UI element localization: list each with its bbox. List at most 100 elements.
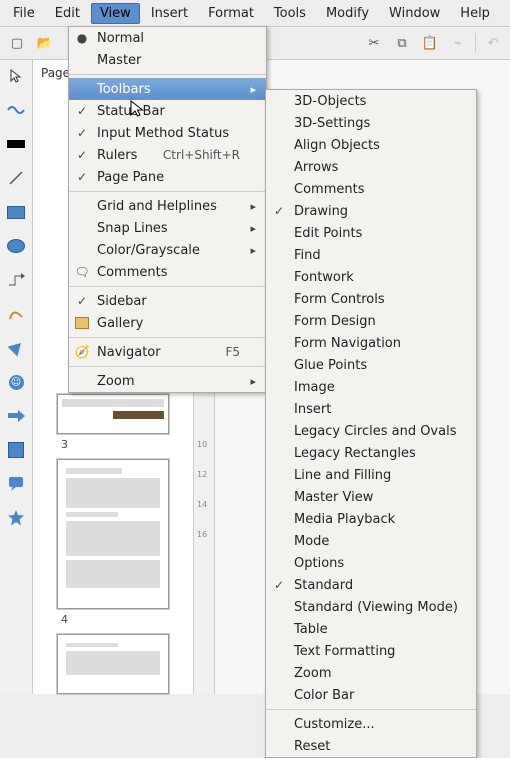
view-menu-comments[interactable]: 🗨Comments [69,261,266,283]
view-menu-page-pane[interactable]: ✓Page Pane [69,166,266,188]
toolbars-form-controls[interactable]: Form Controls [266,288,476,310]
toolbars-form-navigation[interactable]: Form Navigation [266,332,476,354]
line-tool[interactable] [6,168,26,188]
view-menu-normal[interactable]: ● Normal [69,27,266,49]
check-icon: ✓ [73,294,91,308]
toolbars-color-bar[interactable]: Color Bar [266,684,476,706]
toolbars-standard-viewing-mode-[interactable]: Standard (Viewing Mode) [266,596,476,618]
new-doc-button[interactable]: ▢ [6,32,28,54]
menu-item-label: Form Controls [294,292,466,307]
menu-view[interactable]: View [91,3,140,24]
toolbars-drawing[interactable]: ✓Drawing [266,200,476,222]
menu-item-label: Navigator [97,345,209,360]
view-menu-grid-and-helplines[interactable]: Grid and Helplines▸ [69,195,266,217]
menu-item-label: Status Bar [97,104,240,119]
toolbars--d-objects[interactable]: 3D-Objects [266,90,476,112]
menu-window[interactable]: Window [380,3,449,24]
menu-item-label: Normal [97,31,240,46]
view-menu-status-bar[interactable]: ✓Status Bar [69,100,266,122]
view-menu-navigator[interactable]: 🧭NavigatorF5 [69,341,266,363]
toolbars-legacy-rectangles[interactable]: Legacy Rectangles [266,442,476,464]
toolbars-master-view[interactable]: Master View [266,486,476,508]
menu-help[interactable]: Help [451,3,499,24]
toolbars-line-and-filling[interactable]: Line and Filling [266,464,476,486]
menu-item-label: Edit Points [294,226,466,241]
menu-item-label: Fontwork [294,270,466,285]
page-number-3: 3 [61,438,193,451]
callout-tool[interactable] [6,474,26,494]
comment-icon: 🗨 [73,265,91,279]
cut-button[interactable]: ✂ [363,32,385,54]
view-menu-zoom[interactable]: Zoom▸ [69,370,266,392]
view-menu-sidebar[interactable]: ✓Sidebar [69,290,266,312]
toolbars-comments[interactable]: Comments [266,178,476,200]
toolbars-edit-points[interactable]: Edit Points [266,222,476,244]
menu-item-label: Toolbars [97,82,240,97]
toolbars-text-formatting[interactable]: Text Formatting [266,640,476,662]
toolbars-customize...[interactable]: Customize... [266,713,476,735]
menu-item-label: Arrows [294,160,466,175]
ellipse-tool[interactable] [6,236,26,256]
view-menu-master[interactable]: Master [69,49,266,71]
flowchart-tool[interactable] [6,440,26,460]
symbol-shapes-tool[interactable]: ☺ [6,372,26,392]
paste-button[interactable]: 📋 [419,32,441,54]
toolbars--d-settings[interactable]: 3D-Settings [266,112,476,134]
radio-icon: ● [73,31,91,45]
toolbars-fontwork[interactable]: Fontwork [266,266,476,288]
menu-item-label: Legacy Circles and Ovals [294,424,466,439]
toolbars-zoom[interactable]: Zoom [266,662,476,684]
toolbars-legacy-circles-and-ovals[interactable]: Legacy Circles and Ovals [266,420,476,442]
menu-format[interactable]: Format [199,3,263,24]
rectangle-tool[interactable] [6,202,26,222]
open-button[interactable]: 📂 [34,32,56,54]
block-arrows-tool[interactable] [6,406,26,426]
star-tool[interactable] [6,508,26,528]
basic-shapes-tool[interactable] [6,338,26,358]
menubar: File Edit View Insert Format Tools Modif… [0,0,510,27]
curve-tool[interactable] [6,304,26,324]
toolbars-align-objects[interactable]: Align Objects [266,134,476,156]
check-icon: ✓ [270,578,288,592]
toolbars-options[interactable]: Options [266,552,476,574]
menu-file[interactable]: File [4,3,44,24]
toolbars-mode[interactable]: Mode [266,530,476,552]
toolbars-insert[interactable]: Insert [266,398,476,420]
view-menu-snap-lines[interactable]: Snap Lines▸ [69,217,266,239]
menu-insert[interactable]: Insert [142,3,197,24]
toolbars-find[interactable]: Find [266,244,476,266]
clone-format-button[interactable]: ⌁ [447,32,469,54]
toolbars-standard[interactable]: ✓Standard [266,574,476,596]
toolbars-form-design[interactable]: Form Design [266,310,476,332]
view-menu-rulers[interactable]: ✓RulersCtrl+Shift+R [69,144,266,166]
fill-color-tool[interactable] [6,134,26,154]
undo-button[interactable]: ↶ [482,32,504,54]
toolbars-image[interactable]: Image [266,376,476,398]
toolbars-table[interactable]: Table [266,618,476,640]
menu-edit[interactable]: Edit [46,3,89,24]
select-tool[interactable] [6,66,26,86]
menu-tools[interactable]: Tools [265,3,315,24]
menu-item-label: Text Formatting [294,644,466,659]
submenu-arrow-icon: ▸ [246,200,256,213]
menu-modify[interactable]: Modify [317,3,378,24]
menu-item-label: 3D-Objects [294,94,466,109]
toolbars-reset[interactable]: Reset [266,735,476,757]
connector-tool[interactable] [6,270,26,290]
toolbars-arrows[interactable]: Arrows [266,156,476,178]
line-color-tool[interactable] [6,100,26,120]
view-menu-toolbars[interactable]: Toolbars▸ [69,78,266,100]
toolbars-glue-points[interactable]: Glue Points [266,354,476,376]
view-menu-color-grayscale[interactable]: Color/Grayscale▸ [69,239,266,261]
view-menu-gallery[interactable]: Gallery [69,312,266,334]
view-menu-input-method-status[interactable]: ✓Input Method Status [69,122,266,144]
copy-button[interactable]: ⧉ [391,32,413,54]
menu-item-label: Media Playback [294,512,466,527]
page-thumb-2[interactable] [57,394,169,434]
page-thumb-3[interactable] [57,459,169,609]
page-number-4: 4 [61,613,193,626]
left-toolbox: ☺ [0,60,33,694]
toolbars-media-playback[interactable]: Media Playback [266,508,476,530]
menu-item-label: Legacy Rectangles [294,446,466,461]
page-thumb-4[interactable] [57,634,169,694]
